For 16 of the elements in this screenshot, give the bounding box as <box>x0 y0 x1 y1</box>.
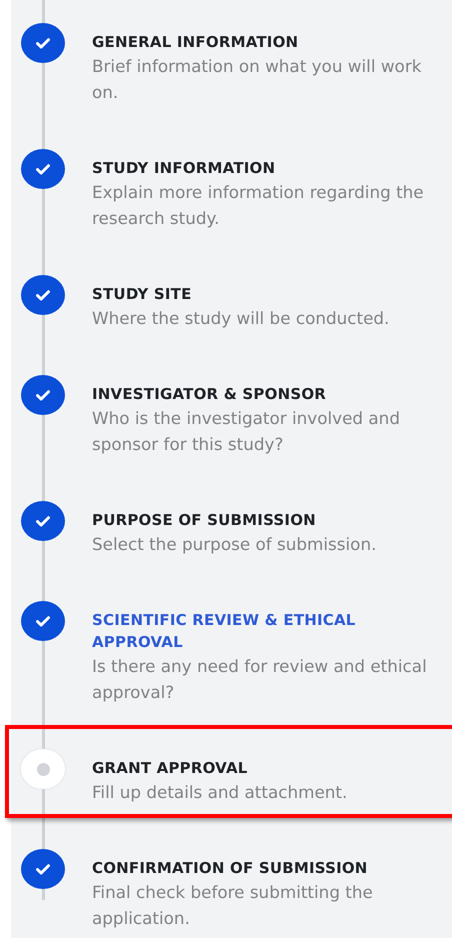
step-title[interactable]: INVESTIGATOR & SPONSOR <box>92 383 450 405</box>
step-description: Final check before submitting the application. <box>92 881 374 930</box>
step-title[interactable]: GENERAL INFORMATION <box>92 31 450 53</box>
step-title[interactable]: STUDY INFORMATION <box>92 157 450 179</box>
step-description: Explain more information regarding the research study. <box>92 181 425 230</box>
step-title[interactable]: SCIENTIFIC REVIEW & ETHICAL APPROVAL <box>92 609 450 653</box>
step-title[interactable]: GRANT APPROVAL <box>92 757 450 779</box>
step-description: Who is the investigator involved and sponsor for this study? <box>92 407 401 456</box>
step-title[interactable]: PURPOSE OF SUBMISSION <box>92 509 450 531</box>
step-description: Is there any need for review and ethical approval? <box>92 655 428 704</box>
step-description: Select the purpose of submission. <box>92 533 378 556</box>
step-description: Brief information on what you will work on. <box>92 55 422 104</box>
step-title[interactable]: STUDY SITE <box>92 283 450 305</box>
step-title[interactable]: CONFIRMATION OF SUBMISSION <box>92 857 450 879</box>
step-description: Fill up details and attachment. <box>92 781 348 804</box>
step-description: Where the study will be conducted. <box>92 307 390 330</box>
